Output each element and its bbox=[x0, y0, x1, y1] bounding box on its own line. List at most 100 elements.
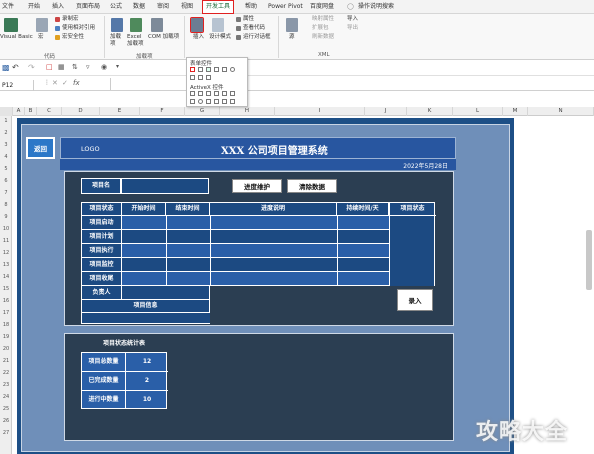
tab-developer[interactable]: 开发工具 bbox=[202, 0, 235, 14]
addins-icon[interactable] bbox=[111, 18, 123, 32]
select-all-corner[interactable] bbox=[0, 107, 13, 116]
checkbox-control-icon[interactable] bbox=[206, 67, 211, 72]
expansion-packs-button[interactable]: 扩展包 bbox=[312, 25, 329, 32]
label-control-icon[interactable] bbox=[190, 75, 195, 80]
tab-formulas[interactable]: 公式 bbox=[110, 2, 122, 12]
tab-insert[interactable]: 插入 bbox=[52, 2, 64, 12]
entry-button[interactable]: 录入 bbox=[397, 289, 433, 311]
row-header[interactable]: 11 bbox=[0, 238, 12, 244]
row-header[interactable]: 14 bbox=[0, 274, 12, 280]
addins-button[interactable]: 加载项 bbox=[110, 34, 124, 48]
column-header[interactable]: K bbox=[407, 107, 453, 116]
com-addins-button[interactable]: COM 加载项 bbox=[148, 34, 182, 41]
activex-more-icon[interactable] bbox=[230, 99, 235, 104]
row-header[interactable]: 8 bbox=[0, 202, 12, 208]
row-header[interactable]: 6 bbox=[0, 178, 12, 184]
save-icon[interactable]: ▩ bbox=[2, 63, 10, 72]
undo-icon[interactable]: ↶ bbox=[12, 63, 19, 72]
vertical-scrollbar[interactable] bbox=[586, 230, 592, 290]
column-header[interactable]: E bbox=[100, 107, 140, 116]
row-header[interactable]: 3 bbox=[0, 142, 12, 148]
row-header[interactable]: 26 bbox=[0, 418, 12, 424]
row-header[interactable]: 18 bbox=[0, 322, 12, 328]
filter-icon[interactable]: ▿ bbox=[86, 63, 90, 71]
properties-button[interactable]: 属性 bbox=[243, 16, 254, 23]
row-header[interactable]: 23 bbox=[0, 382, 12, 388]
macro-icon[interactable] bbox=[36, 18, 48, 32]
column-header[interactable]: H bbox=[220, 107, 275, 116]
cancel-icon[interactable]: ✕ bbox=[52, 79, 58, 87]
activex-label-icon[interactable] bbox=[206, 99, 211, 104]
column-header[interactable]: G bbox=[185, 107, 220, 116]
column-header[interactable]: I bbox=[275, 107, 365, 116]
option-control-icon[interactable] bbox=[230, 67, 235, 72]
tab-file[interactable]: 文件 bbox=[2, 2, 14, 12]
activex-toggle-icon[interactable] bbox=[222, 99, 227, 104]
tab-review[interactable]: 审阅 bbox=[157, 2, 169, 12]
list-control-icon[interactable] bbox=[222, 67, 227, 72]
table-row[interactable] bbox=[122, 272, 389, 286]
macros-button[interactable]: 宏 bbox=[38, 34, 44, 41]
combo-control-icon[interactable] bbox=[198, 67, 203, 72]
activex-text-icon[interactable] bbox=[222, 91, 227, 96]
activex-button-icon[interactable] bbox=[190, 91, 195, 96]
activex-option-icon[interactable] bbox=[198, 99, 203, 104]
row-header[interactable]: 9 bbox=[0, 214, 12, 220]
view-code-button[interactable]: 查看代码 bbox=[243, 25, 265, 32]
design-mode-icon[interactable] bbox=[212, 18, 224, 32]
formula-dropdown-icon[interactable]: ⋮ bbox=[44, 79, 50, 86]
row-header[interactable]: 15 bbox=[0, 286, 12, 292]
excel-addins-button[interactable]: Excel 加载项 bbox=[127, 34, 147, 48]
tab-view[interactable]: 视图 bbox=[181, 2, 193, 12]
project-name-input[interactable] bbox=[121, 178, 209, 194]
column-header[interactable]: N bbox=[528, 107, 594, 116]
macro-security-button[interactable]: 宏安全性 bbox=[62, 34, 84, 41]
activex-image-icon[interactable] bbox=[214, 99, 219, 104]
clear-data-button[interactable]: 清除数据 bbox=[287, 179, 337, 193]
com-addins-icon[interactable] bbox=[151, 18, 163, 32]
record-macro-button[interactable]: 录制宏 bbox=[62, 16, 79, 23]
enter-icon[interactable]: ✓ bbox=[62, 79, 68, 87]
print-preview-icon[interactable]: ▦ bbox=[58, 63, 65, 71]
redo-icon[interactable]: ↷ bbox=[28, 63, 35, 72]
row-header[interactable]: 10 bbox=[0, 226, 12, 232]
tab-home[interactable]: 开始 bbox=[28, 2, 40, 12]
table-row[interactable] bbox=[122, 230, 389, 244]
column-header[interactable]: L bbox=[453, 107, 503, 116]
xml-source-button[interactable]: 源 bbox=[289, 34, 295, 41]
visual-basic-button[interactable]: Visual Basic bbox=[0, 34, 33, 41]
tell-me-search[interactable]: 操作说明搜索 bbox=[358, 2, 394, 12]
column-header[interactable]: D bbox=[62, 107, 100, 116]
tab-page-layout[interactable]: 页面布局 bbox=[76, 2, 100, 12]
design-mode-button[interactable]: 设计模式 bbox=[209, 34, 231, 41]
row-header[interactable]: 17 bbox=[0, 310, 12, 316]
tab-data[interactable]: 数据 bbox=[133, 2, 145, 12]
camera-icon[interactable]: ◉ bbox=[101, 63, 107, 71]
new-file-icon[interactable]: □ bbox=[46, 63, 53, 71]
button-control-icon[interactable] bbox=[190, 67, 195, 72]
activex-scroll-icon[interactable] bbox=[230, 91, 235, 96]
xml-export-button[interactable]: 导出 bbox=[347, 25, 358, 32]
activex-list-icon[interactable] bbox=[214, 91, 219, 96]
row-header[interactable]: 4 bbox=[0, 154, 12, 160]
row-header[interactable]: 27 bbox=[0, 430, 12, 436]
groupbox-control-icon[interactable] bbox=[198, 75, 203, 80]
visual-basic-icon[interactable] bbox=[4, 18, 18, 32]
refresh-data-button[interactable]: 刷新数据 bbox=[312, 34, 334, 41]
xml-import-button[interactable]: 导入 bbox=[347, 16, 358, 23]
name-box[interactable]: P12 bbox=[0, 80, 34, 91]
table-row[interactable] bbox=[122, 216, 389, 230]
sort-icon[interactable]: ⇅ bbox=[72, 63, 78, 71]
function-icon[interactable]: fx bbox=[73, 79, 80, 87]
row-header[interactable]: 16 bbox=[0, 298, 12, 304]
table-row[interactable] bbox=[122, 258, 389, 272]
row-header[interactable]: 21 bbox=[0, 358, 12, 364]
relative-ref-button[interactable]: 使用相对引用 bbox=[62, 25, 95, 32]
activex-spin-icon[interactable] bbox=[190, 99, 195, 104]
spin-control-icon[interactable] bbox=[214, 67, 219, 72]
row-header[interactable]: 25 bbox=[0, 406, 12, 412]
owner-input[interactable] bbox=[122, 286, 210, 300]
tab-power-pivot[interactable]: Power Pivot bbox=[268, 2, 303, 12]
customize-qat-icon[interactable]: ▾ bbox=[116, 63, 119, 70]
xml-source-icon[interactable] bbox=[286, 18, 298, 32]
